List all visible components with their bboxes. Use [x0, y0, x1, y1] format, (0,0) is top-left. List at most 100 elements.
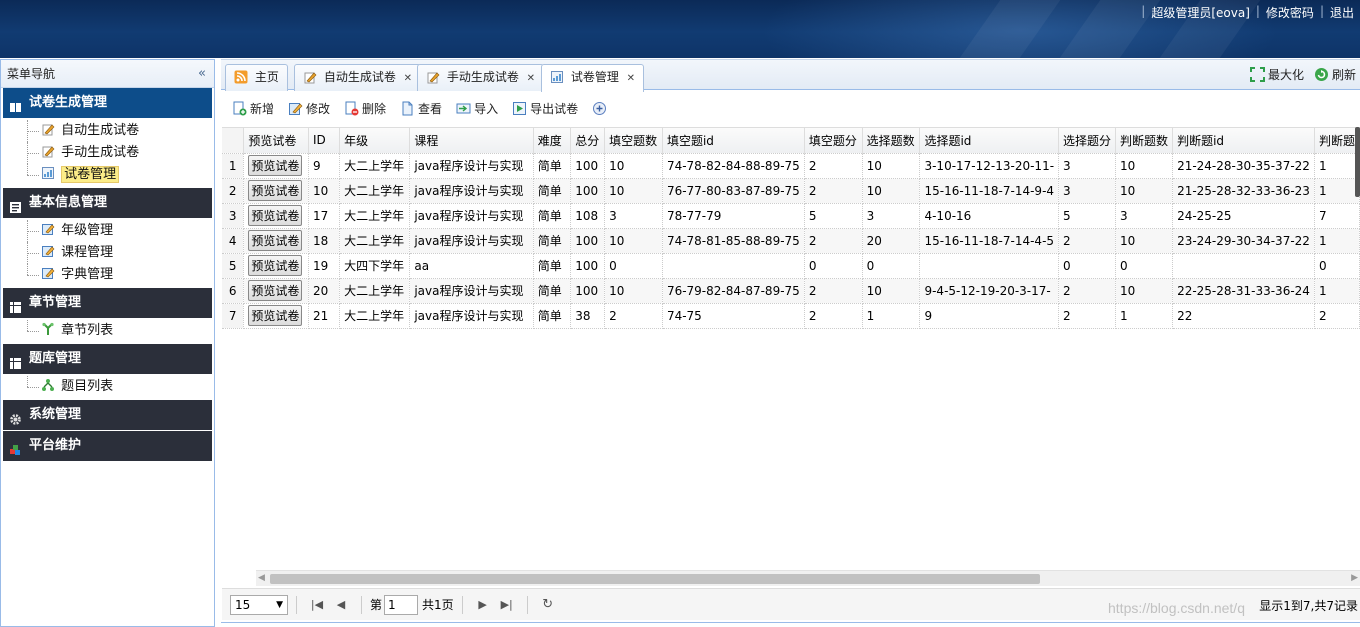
maximize-icon — [1249, 67, 1265, 82]
preview-paper-button[interactable]: 预览试卷 — [248, 305, 303, 326]
sidebar-item-grade-management[interactable]: 年级管理 — [1, 220, 214, 242]
column-header[interactable]: ID — [308, 128, 341, 154]
table-cell-judge-s: 7 — [1314, 203, 1360, 229]
page-total: 共1页 — [422, 598, 454, 612]
tab-home[interactable]: 主页 — [225, 64, 288, 91]
table-cell-judge-id: 22 — [1172, 303, 1315, 329]
column-header[interactable]: 选择题数 — [862, 128, 921, 154]
table-row[interactable]: 7 预览试卷 21 大二上学年 java程序设计与实现 简单 38 2 74-75 2 1 9 2 1 22… — [222, 303, 1360, 329]
column-header[interactable]: 选择题分 — [1058, 128, 1117, 154]
preview-cell: 预览试卷 — [243, 278, 309, 304]
preview-paper-button[interactable]: 预览试卷 — [248, 155, 303, 176]
column-header[interactable]: 课程 — [409, 128, 534, 154]
sidebar-item-course-management[interactable]: 课程管理 — [1, 242, 214, 264]
refresh-button[interactable]: 刷新 — [1314, 66, 1356, 83]
double-chevron-left-icon[interactable]: « — [198, 60, 206, 88]
column-header[interactable]: 判断题数 — [1115, 128, 1174, 154]
add-button[interactable]: 新增 — [232, 100, 274, 117]
edit-button[interactable]: 修改 — [288, 100, 330, 117]
column-header[interactable]: 选择题id — [919, 128, 1060, 154]
sidebar-group-chapter[interactable]: 章节管理 — [3, 288, 212, 318]
delete-button[interactable]: 删除 — [344, 100, 386, 117]
column-header[interactable]: 填空题数 — [604, 128, 663, 154]
scrollbar-thumb[interactable] — [270, 574, 1040, 584]
tab-paper-management[interactable]: 试卷管理 ✕ — [541, 64, 645, 92]
reload-icon[interactable]: ↻ — [540, 597, 556, 612]
horizontal-scrollbar[interactable]: ◀ ▶ — [256, 570, 1360, 586]
sidebar-item-auto-generate[interactable]: 自动生成试卷 — [1, 120, 214, 142]
table-row[interactable]: 2 预览试卷 10 大二上学年 java程序设计与实现 简单 100 10 76-77-80-8… — [222, 178, 1360, 204]
first-page-icon[interactable]: |◀ — [309, 598, 325, 611]
column-header[interactable]: 年级 — [339, 128, 411, 154]
table-cell-fill-id: 74-75 — [662, 303, 805, 329]
table-row[interactable]: 3 预览试卷 17 大二上学年 java程序设计与实现 简单 108 3 78-77-79 5 3 4… — [222, 203, 1360, 229]
tabs-bar: 主页 自动生成试卷 ✕ 手动生成试卷 ✕ 试卷管理 ✕ 最大化 刷新 — [221, 59, 1360, 92]
page-number-input[interactable]: 1 — [384, 594, 419, 615]
sidebar-title: 菜单导航 « — [1, 60, 214, 88]
table-row[interactable]: 6 预览试卷 20 大二上学年 java程序设计与实现 简单 100 10 76-79-82-8… — [222, 278, 1360, 304]
scroll-left-icon[interactable]: ◀ — [258, 573, 265, 583]
column-header[interactable]: 判断题 — [1314, 128, 1360, 154]
column-header[interactable]: 难度 — [533, 128, 572, 154]
edit-icon — [288, 101, 303, 116]
prev-page-icon[interactable]: ◀ — [333, 598, 349, 611]
delete-icon — [344, 101, 359, 116]
sidebar-group-platform[interactable]: 平台维护 — [3, 431, 212, 461]
sidebar-group-paper-generation[interactable]: 试卷生成管理 — [3, 88, 212, 118]
sidebar-group-question-bank[interactable]: 题库管理 — [3, 344, 212, 374]
logout-link[interactable]: 退出 — [1330, 4, 1354, 21]
table-cell-course: java程序设计与实现 — [409, 278, 534, 304]
preview-paper-button[interactable]: 预览试卷 — [248, 280, 303, 301]
change-password-link[interactable]: 修改密码 — [1266, 4, 1314, 21]
preview-paper-button[interactable]: 预览试卷 — [248, 255, 303, 276]
preview-paper-button[interactable]: 预览试卷 — [248, 230, 303, 251]
view-button[interactable]: 查看 — [400, 100, 442, 117]
export-paper-button[interactable]: 导出试卷 — [512, 100, 578, 117]
table-cell-fill-n: 3 — [604, 203, 663, 229]
tab-auto-generate[interactable]: 自动生成试卷 ✕ — [294, 64, 422, 91]
page-prefix: 第 — [370, 598, 383, 612]
branch-icon — [41, 322, 55, 336]
sidebar-item-question-list[interactable]: 题目列表 — [1, 376, 214, 398]
table-cell-total: 100 — [570, 253, 606, 279]
column-header[interactable]: 总分 — [570, 128, 606, 154]
maximize-button[interactable]: 最大化 — [1249, 66, 1304, 83]
page-size-select[interactable]: 15 ▼ — [230, 594, 288, 615]
sidebar-item-chapter-list[interactable]: 章节列表 — [1, 320, 214, 342]
import-button[interactable]: 导入 — [456, 100, 498, 117]
plus-circle-icon — [592, 101, 607, 116]
table-cell-total: 108 — [570, 203, 606, 229]
tab-manual-generate[interactable]: 手动生成试卷 ✕ — [417, 64, 545, 91]
table-cell-course: java程序设计与实现 — [409, 203, 534, 229]
column-header[interactable]: 预览试卷 — [243, 128, 309, 154]
sidebar-group-basic-info[interactable]: 基本信息管理 — [3, 188, 212, 218]
table-cell-total: 100 — [570, 153, 606, 179]
sidebar-item-manual-generate[interactable]: 手动生成试卷 — [1, 142, 214, 164]
table-cell-grade: 大二上学年 — [339, 153, 411, 179]
column-header[interactable]: 判断题id — [1172, 128, 1315, 154]
column-header[interactable]: 填空题id — [662, 128, 805, 154]
table-cell-grade: 大二上学年 — [339, 178, 411, 204]
close-icon[interactable]: ✕ — [527, 73, 535, 84]
table-row[interactable]: 1 预览试卷 9 大二上学年 java程序设计与实现 简单 100 10 74-78-82-84… — [222, 153, 1360, 179]
more-button[interactable] — [592, 101, 607, 116]
next-page-icon[interactable]: ▶ — [475, 598, 491, 611]
table-row[interactable]: 5 预览试卷 19 大四下学年 aa 简单 100 0 0 0 0 0 0 — [222, 253, 1360, 279]
last-page-icon[interactable]: ▶| — [499, 598, 515, 611]
preview-paper-button[interactable]: 预览试卷 — [248, 180, 303, 201]
close-icon[interactable]: ✕ — [627, 73, 635, 84]
column-header[interactable]: 填空题分 — [804, 128, 863, 154]
preview-paper-button[interactable]: 预览试卷 — [248, 205, 303, 226]
scroll-right-icon[interactable]: ▶ — [1351, 573, 1358, 583]
table-cell-total: 100 — [570, 278, 606, 304]
table-cell-fill-s: 2 — [804, 153, 863, 179]
table-cell-fill-s: 5 — [804, 203, 863, 229]
table-cell-diff: 简单 — [533, 303, 572, 329]
sidebar-group-system[interactable]: 系统管理 — [3, 400, 212, 430]
user-link[interactable]: 超级管理员[eova] — [1151, 4, 1250, 21]
table-row[interactable]: 4 预览试卷 18 大二上学年 java程序设计与实现 简单 100 10 74-78-81-8… — [222, 228, 1360, 254]
sidebar-item-paper-management[interactable]: 试卷管理 — [1, 164, 214, 186]
sidebar-item-dictionary-management[interactable]: 字典管理 — [1, 264, 214, 286]
close-icon[interactable]: ✕ — [404, 73, 412, 84]
vertical-scrollbar[interactable] — [1355, 127, 1360, 197]
